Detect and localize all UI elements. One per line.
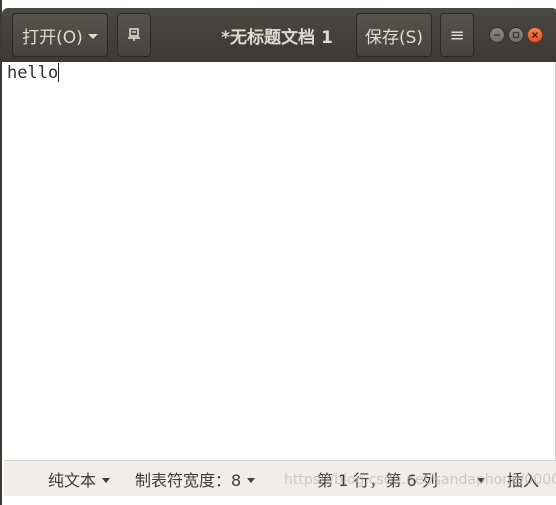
chevron-down-icon [477, 477, 485, 483]
editor-content[interactable]: hello [7, 63, 60, 83]
minimize-button[interactable] [489, 27, 505, 43]
bottom-edge [2, 496, 556, 505]
gedit-window: 打开(O) *无标题文档 1 保存(S) ≡ hello 纯文本 制表符宽度：8… [0, 0, 556, 505]
chevron-down-icon [247, 477, 256, 483]
language-selector[interactable]: 纯文本 [48, 461, 111, 497]
cursor-position[interactable]: 第 1 行，第 6 列 [317, 461, 438, 497]
window-title: *无标题文档 1 [221, 27, 333, 48]
position-menu-button[interactable] [471, 461, 485, 497]
minimize-icon [494, 34, 500, 36]
hamburger-menu-icon: ≡ [449, 24, 465, 46]
new-tab-button[interactable] [117, 13, 151, 57]
pin-icon [128, 28, 140, 41]
maximize-button[interactable] [508, 27, 524, 43]
insert-mode-indicator[interactable]: 插入 [507, 461, 539, 497]
maximize-icon [512, 31, 520, 39]
header-bar: 打开(O) *无标题文档 1 保存(S) ≡ [2, 8, 556, 62]
save-button-label: 保存(S) [364, 27, 424, 48]
open-button-label: 打开(O) [22, 27, 83, 48]
menu-button[interactable]: ≡ [440, 13, 474, 57]
insert-mode-label: 插入 [507, 471, 540, 490]
save-button[interactable]: 保存(S) [356, 13, 432, 57]
editor-text-line: hello [7, 63, 59, 83]
chevron-down-icon [102, 477, 111, 483]
close-icon [532, 32, 538, 38]
language-label: 纯文本 [48, 471, 97, 490]
text-editor-area[interactable]: hello [4, 62, 556, 460]
tab-width-selector[interactable]: 制表符宽度：8 [135, 461, 256, 497]
close-button[interactable] [527, 27, 543, 43]
status-bar: 纯文本 制表符宽度：8 第 1 行，第 6 列 插入 [4, 460, 556, 496]
text-cursor [58, 63, 60, 82]
chevron-down-icon [87, 33, 98, 39]
cursor-position-label: 第 1 行，第 6 列 [317, 471, 438, 490]
open-button[interactable]: 打开(O) [12, 13, 108, 57]
tab-width-label: 制表符宽度：8 [135, 471, 242, 490]
